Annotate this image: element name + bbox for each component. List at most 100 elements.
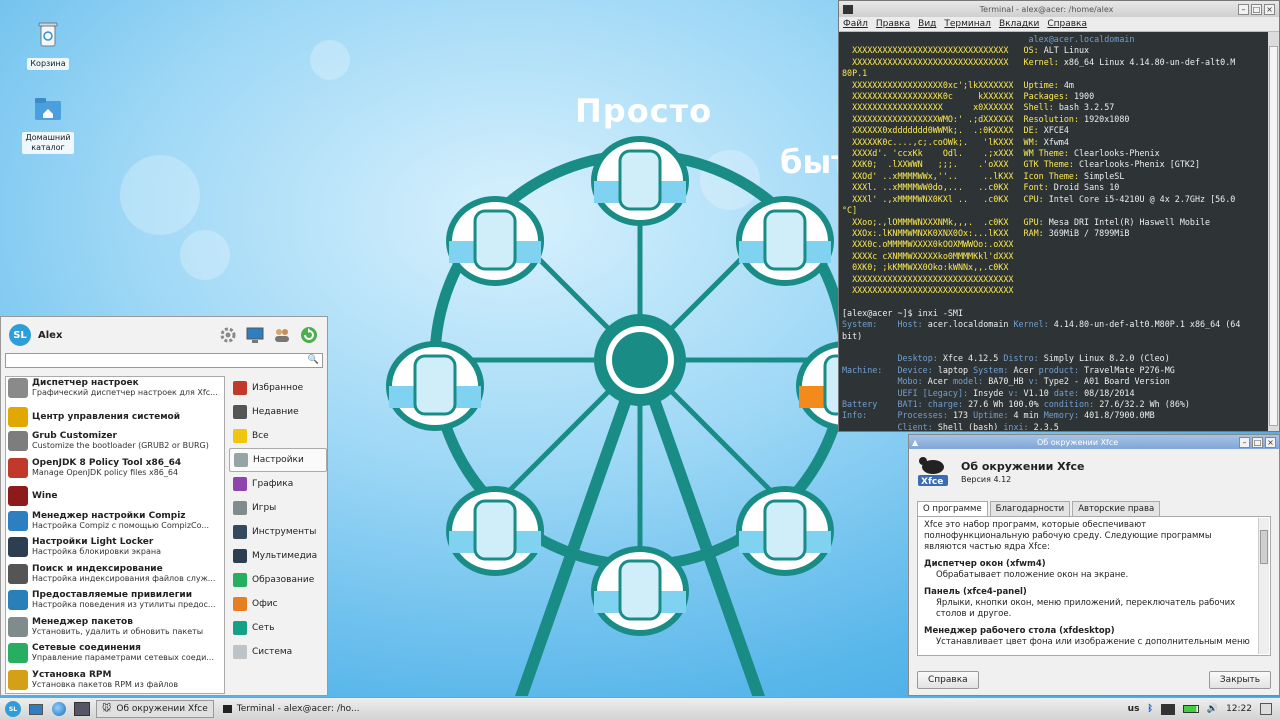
category-item[interactable]: Образование [229,568,327,592]
tab-about[interactable]: О программе [917,501,988,516]
clock[interactable]: 12:22 [1226,704,1252,714]
list-item[interactable]: Поиск и индексирование Настройка индексир… [6,563,224,590]
terminal-text: model: [952,376,989,387]
terminal-text: XXXXXXXXXXXXXXXXXXXXXXXXXXXXXXX [842,45,1019,56]
tab-copyright[interactable]: Авторские права [1072,501,1161,516]
app-title: OpenJDK 8 Policy Tool x86_64 [32,457,182,468]
list-item[interactable]: Предоставляемые привилегии Настройка пове… [6,589,224,616]
dialog-titlebar[interactable]: ▲ Об окружении Xfce – □ × [909,435,1279,449]
taskbar: SL 🐭 Об окружении Xfce Terminal - alex@ac… [0,697,1280,720]
list-item[interactable]: Менеджер пакетов Установить, удалить и об… [6,616,224,643]
bluetooth-icon[interactable]: ᛒ [1147,704,1152,714]
about-text-pane[interactable]: Xfce это набор программ, которые обеспеч… [917,516,1271,656]
home-folder-desktop-icon[interactable]: Домашний каталог [18,92,78,154]
list-item[interactable]: Установка RPM Установка пакетов RPM из фа… [6,669,224,694]
tab-credits[interactable]: Благодарности [989,501,1071,516]
logout-icon[interactable] [299,325,319,345]
menu-terminal[interactable]: Терминал [940,19,995,29]
version-label: Версия 4.12 [961,475,1012,484]
category-item[interactable]: Инструменты [229,520,327,544]
category-item[interactable]: Настройки [229,448,327,472]
terminal-window[interactable]: Terminal - alex@acer: /home/alex – □ × Ф… [838,0,1280,432]
avatar: SL [9,324,31,346]
terminal-text: Font: [1023,182,1049,193]
terminal-text: UEFI [Legacy]: [842,387,974,398]
list-item-text: Предоставляемые привилегии Настройка пове… [32,590,216,609]
category-item[interactable]: Система [229,640,327,664]
terminal-text: laptop [937,364,974,375]
menu-launcher-button[interactable]: SL [3,700,23,718]
terminal-text: XXXXd'. 'ccxKk Odl. .;xXXX [842,148,1019,159]
volume-icon[interactable]: 🔊 [1207,704,1218,714]
menu-edit[interactable]: Правка [872,19,914,29]
gondola [591,546,689,636]
terminal-text: 401.8/7900.0MB [1084,410,1155,421]
terminal-text: 4.14.80-un-def-alt0.M80P.1 x86_64 (64 [1053,319,1241,330]
terminal-text: Desktop: [842,353,943,364]
wheel-hub-logo [612,332,668,388]
app-description: Customize the bootloader (GRUB2 or BURG) [32,441,209,450]
keyboard-layout[interactable]: us [1128,704,1140,714]
terminal-text: Kernel: [1023,56,1059,67]
category-icon [233,501,247,515]
lock-screen-icon[interactable] [245,325,265,345]
close-button[interactable]: × [1265,436,1276,448]
task-terminal[interactable]: Terminal - alex@acer: /ho... [218,700,365,718]
power-icon[interactable] [1260,703,1272,715]
app-title: Установка RPM [32,669,112,680]
terminal-titlebar[interactable]: Terminal - alex@acer: /home/alex – □ × [839,1,1279,17]
terminal-output[interactable]: alex@acer.localdomain XXXXXXXXXXXXXXXXXX… [839,32,1279,430]
maximize-button[interactable]: □ [1252,436,1263,448]
workspace-switcher[interactable] [72,700,92,718]
list-item[interactable]: Grub Customizer Customize the bootloader … [6,430,224,457]
list-item[interactable]: Wine [6,483,224,510]
menu-view[interactable]: Вид [914,19,940,29]
terminal-text: Uptime: [973,410,1014,421]
category-item[interactable]: Графика [229,472,327,496]
menu-help[interactable]: Справка [1043,19,1091,29]
terminal-text: acer.localdomain [927,319,1014,330]
terminal-text: Acer [1013,364,1039,375]
task-about-xfce[interactable]: 🐭 Об окружении Xfce [96,700,214,718]
category-item[interactable]: Мультимедиа [229,544,327,568]
network-icon[interactable] [1160,703,1175,715]
system-tray: us ᛒ 🔊 12:22 [1128,703,1280,715]
category-item[interactable]: Офис [229,592,327,616]
list-item[interactable]: Настройки Light Locker Настройка блокиров… [6,536,224,563]
minimize-button[interactable]: – [1239,436,1250,448]
minimize-button[interactable]: – [1238,3,1249,15]
category-item[interactable]: Игры [229,496,327,520]
category-item[interactable]: Избранное [229,376,327,400]
switch-user-icon[interactable] [272,325,292,345]
trash-desktop-icon[interactable]: Корзина [18,18,78,70]
browser-launcher[interactable] [49,700,69,718]
category-item[interactable]: Недавние [229,400,327,424]
app-description: Настройка индексирования файлов служ... [32,573,216,583]
maximize-button[interactable]: □ [1251,3,1262,15]
pane-scrollbar[interactable] [1258,518,1269,654]
menu-tabs[interactable]: Вкладки [995,19,1043,29]
category-item[interactable]: Все [229,424,327,448]
category-item[interactable]: Сеть [229,616,327,640]
terminal-text: TravelMate P276-MG [1084,364,1175,375]
show-desktop-button[interactable] [26,700,46,718]
scrollbar-thumb[interactable] [1269,46,1278,426]
terminal-text: 173 [952,410,974,421]
scrollbar-thumb[interactable] [1260,530,1268,564]
help-button[interactable]: Справка [917,671,979,689]
settings-gear-icon[interactable] [218,325,238,345]
list-item[interactable]: Сетевые соединения Управление параметрами… [6,642,224,669]
terminal-scrollbar[interactable] [1268,32,1279,431]
search-input[interactable]: 🔍 [5,353,323,368]
terminal-text: Clearlooks-Phenix [GTK2] [1079,159,1201,170]
close-button[interactable]: × [1264,3,1275,15]
close-dialog-button[interactable]: Закрыть [1208,671,1271,689]
battery-icon[interactable] [1182,705,1199,713]
menu-file[interactable]: Файл [839,19,872,29]
list-item[interactable]: OpenJDK 8 Policy Tool x86_64 Manage OpenJ… [6,457,224,484]
list-item[interactable]: Менеджер настройки Compiz Настройка Compi… [6,510,224,537]
list-item[interactable]: Центр управления системой [6,404,224,431]
terminal-text: 1920x1080 [1084,113,1130,124]
application-list[interactable]: Диспетчер настроек Графический диспетчер … [5,376,225,694]
list-item[interactable]: Диспетчер настроек Графический диспетчер … [6,377,224,404]
